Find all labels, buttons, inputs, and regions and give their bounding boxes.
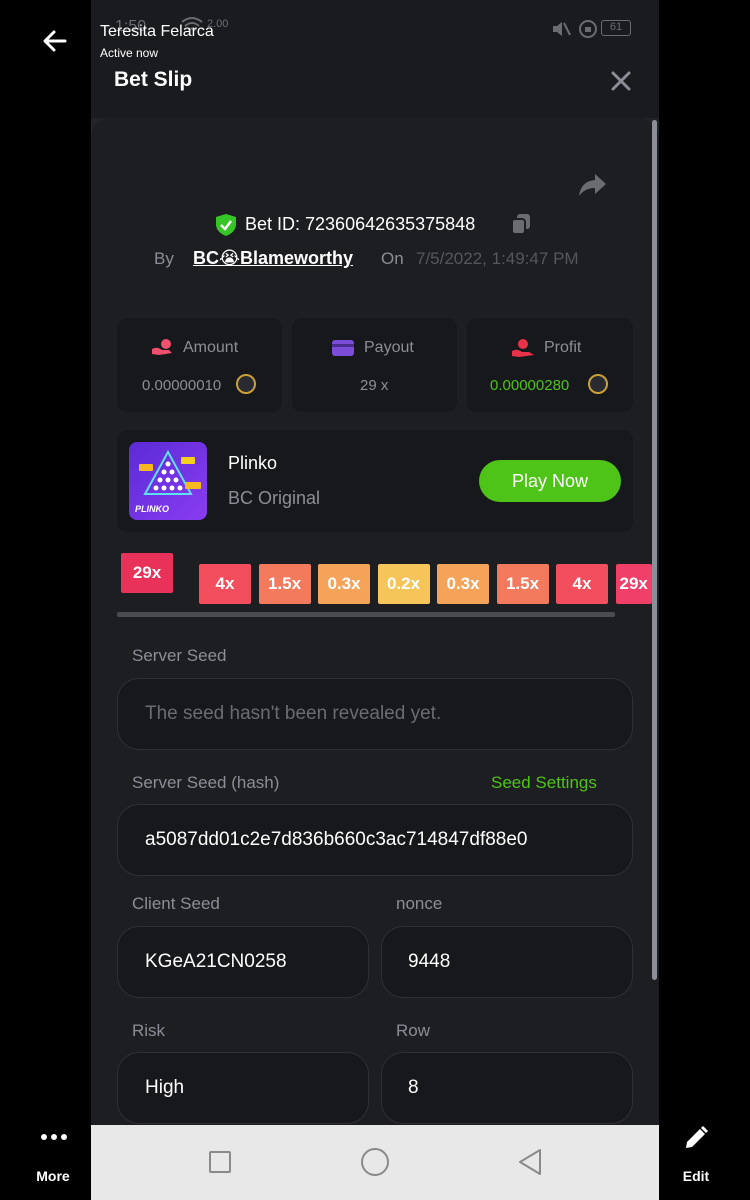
payout-card: Payout 29 x [292,318,457,412]
bet-id: Bet ID: 72360642635375848 [245,214,476,234]
amount-value: 0.00000010 [142,377,222,394]
risk-label: Risk [132,1021,166,1040]
edit-label[interactable]: Edit [676,1168,716,1184]
rotation-lock-icon [578,19,598,44]
server-seed-hash-label: Server Seed (hash) [132,773,280,792]
amount-card: Amount 0.00000010 [117,318,282,412]
coin-icon [236,374,256,394]
multiplier-track [117,612,615,617]
risk-value: High [145,1077,185,1098]
back-arrow-icon[interactable] [40,26,70,56]
seed-settings-link[interactable]: Seed Settings [491,773,597,793]
multiplier-tile: 1.5x [258,564,311,604]
server-seed-hash-field[interactable]: a5087dd01c2e7d836b660c3ac714847df88e0 [117,804,633,876]
play-now-button[interactable]: Play Now [479,460,621,502]
edit-pencil-icon[interactable] [682,1124,710,1152]
payout-label: Payout [364,339,414,356]
server-seed-label: Server Seed [132,646,227,665]
server-seed-value: The seed hasn't been revealed yet. [145,703,442,724]
hand-profit-icon [511,338,535,363]
android-nav-bar [91,1125,659,1200]
contact-name: Teresita Felarca [100,23,214,40]
profit-card: Profit 0.00000280 [467,318,633,412]
amount-label: Amount [183,339,239,356]
multiplier-tile: 0.3x [437,564,489,604]
coin-icon [588,374,608,394]
game-subtitle: BC Original [228,488,321,508]
more-label[interactable]: More [30,1168,76,1184]
row-label: Row [396,1021,431,1040]
home-button[interactable] [361,1148,389,1176]
shield-check-icon [215,213,237,237]
on-label: On [381,249,404,268]
row-value: 8 [408,1077,419,1098]
game-card: PLINKO Plinko BC Original Play Now [117,430,633,532]
game-name: Plinko [228,453,278,473]
bet-slip-title: Bet Slip [114,68,193,91]
nonce-field[interactable]: 9448 [381,926,633,998]
multiplier-tile: 4x [556,564,608,604]
multiplier-row [91,118,659,119]
risk-field[interactable]: High [117,1052,369,1124]
server-seed-field[interactable]: The seed hasn't been revealed yet. [117,678,633,750]
multiplier-tile: 29x [615,564,652,604]
share-icon[interactable] [577,172,607,198]
copy-icon[interactable] [511,213,531,235]
battery-level: 61 [609,21,623,33]
more-icon[interactable] [40,1130,68,1144]
close-icon[interactable] [610,70,632,92]
profit-label: Profit [544,339,582,356]
payout-value: 29 x [360,377,389,394]
plinko-thumbnail-text: PLINKO [135,504,170,514]
nonce-label: nonce [396,894,443,913]
plinko-thumbnail[interactable]: PLINKO [129,442,207,520]
recents-button[interactable] [209,1151,231,1173]
client-seed-value: KGeA21CN0258 [145,951,287,972]
multiplier-tile: 29x [121,553,173,593]
phone-screenshot: 1:50 2.00 61 Teresita Felarca Active now… [91,0,659,1200]
profit-value: 0.00000280 [490,377,570,394]
nonce-value: 9448 [408,951,451,972]
client-seed-label: Client Seed [132,894,220,913]
multiplier-tile: 4x [199,564,251,604]
username-link[interactable]: BC😭Blameworthy [193,248,353,269]
contact-status: Active now [100,46,159,60]
scrollbar[interactable] [652,120,657,980]
battery-icon: 61 [601,20,631,36]
bet-slip-sheet[interactable]: Bet ID: 72360642635375848 By BC😭Blamewor… [91,118,659,1125]
server-seed-hash-value: a5087dd01c2e7d836b660c3ac714847df88e0 [145,829,528,850]
multiplier-tile: 0.3x [318,564,370,604]
hand-coin-icon [151,338,173,361]
client-seed-field[interactable]: KGeA21CN0258 [117,926,369,998]
by-label: By [154,249,174,268]
multiplier-tile: 1.5x [496,564,549,604]
bet-date: 7/5/2022, 1:49:47 PM [416,249,579,268]
mute-icon [551,20,571,43]
back-button[interactable] [516,1147,544,1177]
row-field[interactable]: 8 [381,1052,633,1124]
wallet-icon [332,340,354,361]
multiplier-tile: 0.2x [377,564,430,604]
